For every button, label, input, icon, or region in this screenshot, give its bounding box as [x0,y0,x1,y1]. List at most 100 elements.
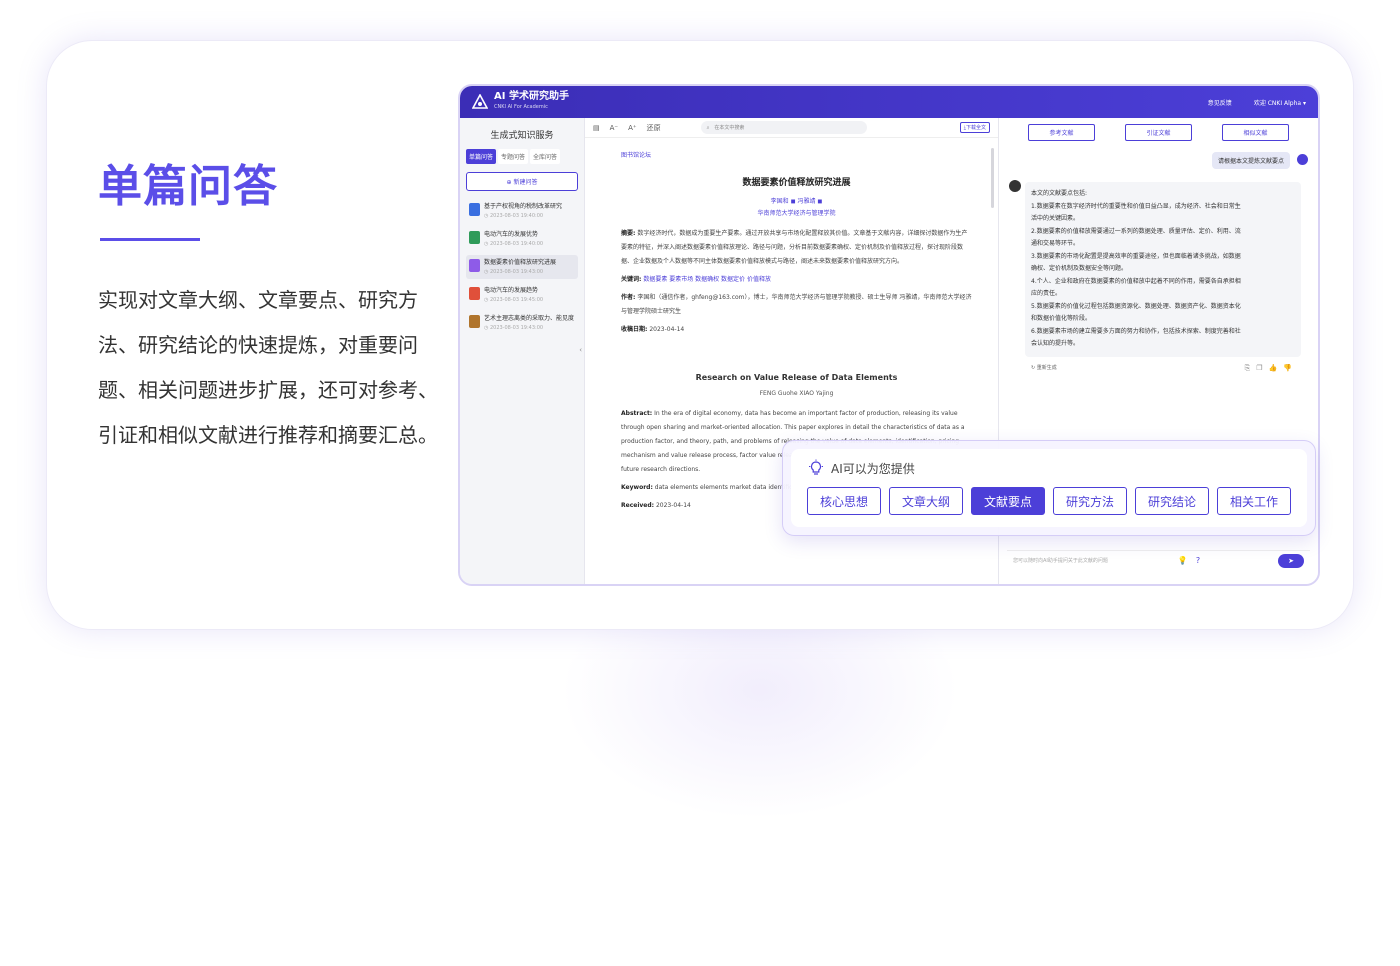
new-chat-label: 新建问答 [513,179,538,186]
hero-divider [100,238,200,241]
document-authors[interactable]: 李国和 ◼ 冯雅靖 ◼ [621,196,972,205]
document-toolbar: ▤ A⁻ A⁺ 还原 ⌕ 在本文中搜索 ⤓下载全文 [585,118,998,138]
suggestion-chip[interactable]: 研究方法 [1053,487,1127,515]
answer-line: 确权、定价机制及数据安全等问题。 [1031,265,1128,272]
suggestion-chip[interactable]: 相关工作 [1217,487,1291,515]
regenerate-button[interactable]: ↻ 重新生成 [1031,364,1057,371]
user-message: 请根据本文提炼文献要点 [1211,152,1290,169]
popup-header: AI可以为您提供 [807,459,1291,477]
keywords-text[interactable]: 数据要素 要素市场 数据确权 数据定价 价值释放 [643,276,771,283]
received-date: 2023-04-14 [649,326,685,333]
history-item-date-value: 2023-08-03 19:40:00 [489,241,544,247]
restore-button[interactable]: 还原 [647,123,661,133]
english-received-label: Received: [621,502,655,509]
suggestion-chip[interactable]: 核心思想 [807,487,881,515]
logo-icon [472,94,488,109]
history-item-date-value: 2023-08-03 19:40:00 [489,213,544,219]
doc-icon [469,203,480,216]
chat-input[interactable]: 您可以随时向AI助手提问关于此文献的问题 💡 ? ➤ [1007,550,1310,570]
suggestion-chip[interactable]: 文章大纲 [889,487,963,515]
excel-icon [469,231,480,244]
file-icon [469,315,480,328]
app-topbar: AI 学术研究助手 CNKI AI For Academic 意见反馈 欢迎 C… [460,86,1318,118]
popup-inner: AI可以为您提供 核心思想 文章大纲 文献要点 研究方法 研究结论 相关工作 [791,449,1307,527]
document-affiliation[interactable]: 华南师范大学经济与管理学院 [621,208,972,217]
author-info-section: 作者: 李国和（通信作者，ghfeng@163.com），博士，华南师范大学经济… [621,291,972,319]
document-scrollbar[interactable] [991,148,994,208]
english-abstract-label: Abstract: [621,410,653,417]
help-icon[interactable]: ? [1196,556,1200,565]
history-item-text: 电动汽车的发展优势 ◷ 2023-08-03 19:40:00 [484,231,543,247]
suggestion-chip[interactable]: 文献要点 [971,487,1045,515]
doc-icon [469,259,480,272]
bulb-icon[interactable]: 💡 [1178,556,1188,565]
document-title: 数据要素价值释放研究进展 [742,178,851,188]
tab-citations[interactable]: 引证文献 [1125,124,1192,141]
feedback-link[interactable]: 意见反馈 [1208,98,1232,107]
download-label: 下载全文 [965,125,986,131]
history-item[interactable]: 艺术主理志离类的采取力、能见度 ◷ 2023-08-03 19:43:00 [466,311,578,335]
english-received-date: 2023-04-14 [655,502,691,509]
chat-input-placeholder: 您可以随时向AI助手提问关于此文献的问题 [1013,558,1108,564]
tab-library-qa[interactable]: 全库问答 [530,149,561,164]
export-icon[interactable]: ⎘ [1245,364,1257,372]
abstract-text: 数字经济时代，数据成为重要生产要素。通过开放共享与市场化配置释放其价值。文章基于… [621,230,968,265]
assistant-avatar [1009,180,1021,192]
thumbs-up-icon[interactable]: 👍 [1269,364,1284,372]
answer-line: 4.个人、企业和政府在数据要素的价值释放中起着不同的作用，需要各自承担相 [1031,277,1241,285]
ai-suggestion-popup: AI可以为您提供 核心思想 文章大纲 文献要点 研究方法 研究结论 相关工作 [782,440,1316,536]
new-chat-button[interactable]: ⊕ 新建问答 [466,172,578,191]
popup-heading: AI可以为您提供 [831,461,915,476]
keywords-label: 关键词: [621,276,642,283]
tab-topic-qa[interactable]: 专题问答 [498,149,529,164]
sidebar-title: 生成式知识服务 [490,131,554,141]
answer-line: 会认知的提升等。 [1031,340,1080,347]
author-label: 作者: [621,294,636,301]
tab-references[interactable]: 参考文献 [1028,124,1095,141]
history-item[interactable]: 数据要素价值释放研究进展 ◷ 2023-08-03 19:43:00 [466,255,578,279]
suggestion-chips: 核心思想 文章大纲 文献要点 研究方法 研究结论 相关工作 [807,487,1291,515]
thumbs-down-icon[interactable]: 👎 [1283,364,1298,372]
answer-line: 通和交易等环节。 [1031,240,1080,247]
tab-similar[interactable]: 相似文献 [1222,124,1289,141]
history-item-date: ◷ 2023-08-03 19:40:00 [484,213,544,219]
history-item-text: 电动汽车的发展趋势 ◷ 2023-08-03 19:45:00 [484,287,543,303]
outline-icon[interactable]: ▤ [593,124,600,132]
history-item-text: 基于产权视角的税制改革研究 ◷ 2023-08-03 19:40:00 [484,203,562,219]
brand: AI 学术研究助手 CNKI AI For Academic [494,92,569,112]
assistant-answer: 本文的文献要点包括: 1.数据要素在数字经济时代的重要性和价值日益凸显，成为经济、… [1025,182,1301,357]
copy-icon[interactable]: ❐ [1256,364,1268,372]
answer-line: 5.数据要素的价值化过程包括数据资源化、数据处理、数据资产化、数据资本化 [1031,302,1241,310]
ppt-icon [469,287,480,300]
english-keyword-label: Keyword: [621,484,653,491]
document-search-input[interactable]: ⌕ 在本文中搜索 [700,121,867,134]
answer-line: 应的责任。 [1031,290,1062,297]
history-item-name: 基于产权视角的税制改革研究 [484,203,563,210]
collapse-sidebar-icon[interactable]: ‹ [579,346,582,354]
journal-name[interactable]: 图书馆论坛 [621,150,972,159]
answer-line: 本文的文献要点包括: [1031,190,1088,197]
user-avatar [1297,154,1308,165]
english-authors: FENG Guohe XIAO Yajing [759,390,834,397]
history-item-name: 电动汽车的发展优势 [484,231,539,238]
topbar-actions: 意见反馈 欢迎 CNKI Alpha ▾ [1208,98,1306,107]
history-item-date-value: 2023-08-03 19:45:00 [489,297,544,303]
regenerate-label: 重新生成 [1036,365,1057,371]
answer-line: 3.数据要素的市场化配置是提高效率的重要途径，但也面临着诸多挑战，如数据 [1031,252,1241,260]
font-smaller-button[interactable]: A⁻ [610,124,618,132]
history-list: 基于产权视角的税制改革研究 ◷ 2023-08-03 19:40:00 电动汽车的发… [466,199,578,335]
history-item-date-value: 2023-08-03 19:43:00 [489,269,544,275]
history-item-name: 电动汽车的发展趋势 [484,287,539,294]
tab-single-qa[interactable]: 单篇问答 [466,149,497,164]
answer-line: 和数据价值化等阶段。 [1031,315,1092,322]
history-item[interactable]: 基于产权视角的税制改革研究 ◷ 2023-08-03 19:40:00 [466,199,578,223]
history-item-date: ◷ 2023-08-03 19:45:00 [484,297,544,303]
history-item[interactable]: 电动汽车的发展趋势 ◷ 2023-08-03 19:45:00 [466,283,578,307]
suggestion-chip[interactable]: 研究结论 [1135,487,1209,515]
history-item-text: 数据要素价值释放研究进展 ◷ 2023-08-03 19:43:00 [484,259,556,275]
user-menu[interactable]: 欢迎 CNKI Alpha ▾ [1254,98,1306,107]
send-button[interactable]: ➤ [1278,553,1304,568]
download-button[interactable]: ⤓下载全文 [959,122,990,133]
history-item[interactable]: 电动汽车的发展优势 ◷ 2023-08-03 19:40:00 [466,227,578,251]
font-larger-button[interactable]: A⁺ [628,124,636,132]
